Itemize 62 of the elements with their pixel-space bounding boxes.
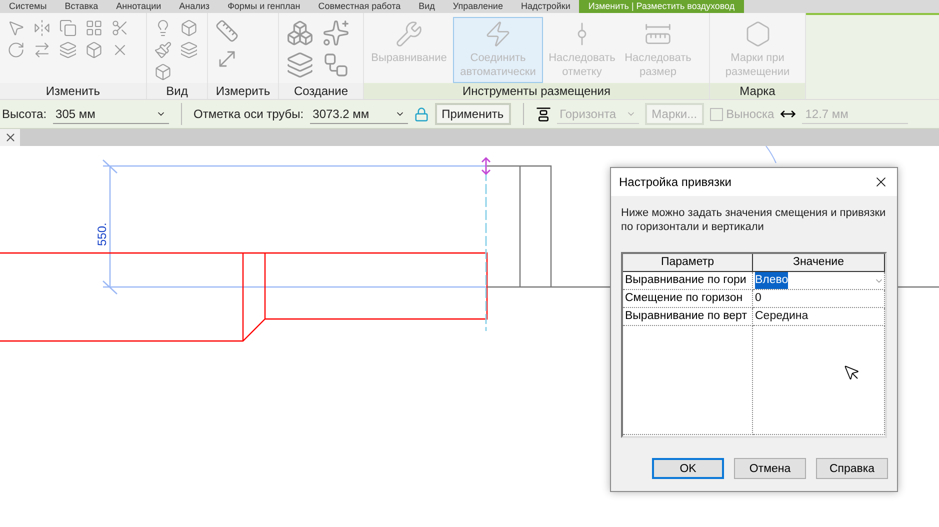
pointer-icon[interactable]: [7, 19, 25, 37]
resize-arrow[interactable]: [481, 156, 491, 176]
rotate-icon[interactable]: [7, 41, 25, 59]
blocks-icon[interactable]: [286, 19, 314, 47]
mouse-cursor-icon: [843, 364, 861, 382]
height-label: Высота:: [2, 107, 47, 121]
panel-label: Изменить: [0, 83, 146, 99]
ribbon-tab[interactable]: Аннотации: [107, 0, 170, 13]
dialog-description: Ниже можно задать значения смещения и привязки по горизонтали и вертикали: [620, 206, 887, 234]
table-cell[interactable]: Влево: [755, 272, 788, 289]
table-cell: Выравнивание по верт: [623, 308, 753, 326]
panel-label: Измерить: [208, 83, 278, 99]
dialog-button[interactable]: Отмена: [734, 458, 806, 479]
arc-line: [766, 146, 776, 164]
panel-label: Инструменты размещения: [364, 83, 709, 99]
apply-button[interactable]: Применить: [434, 103, 511, 125]
array-icon[interactable]: [85, 19, 103, 37]
flow-icon[interactable]: [322, 51, 350, 79]
column-header[interactable]: Параметр: [623, 254, 753, 272]
lightning-icon: [484, 20, 512, 48]
ribbon-tab[interactable]: Надстройки: [512, 0, 580, 13]
ruler-icon[interactable]: [215, 19, 239, 43]
column-header[interactable]: Значение: [753, 254, 885, 272]
dimension-text: 550.: [95, 222, 109, 246]
table-cell[interactable]: 0: [755, 290, 762, 307]
panel-label: Создание: [279, 83, 363, 99]
dialog-title: Настройка привязки: [619, 175, 732, 189]
copy-icon[interactable]: [59, 19, 77, 37]
panel-label: Марка: [710, 83, 805, 99]
close-tab-button[interactable]: [0, 129, 20, 146]
table-cell: Выравнивание по гори: [623, 272, 753, 290]
leader-label: Выноска: [726, 107, 774, 121]
arrows-icon[interactable]: [33, 41, 51, 59]
table-cell: Смещение по горизон: [623, 290, 753, 308]
elevation-dropdown[interactable]: 3073.2 мм: [310, 104, 408, 124]
ribbon-tab[interactable]: Формы и генплан: [218, 0, 310, 13]
panel-label: Вид: [147, 83, 207, 99]
ribbon-tab[interactable]: Анализ: [170, 0, 219, 13]
mirror-icon[interactable]: [33, 19, 51, 37]
lock-icon[interactable]: [414, 106, 429, 122]
height-dropdown[interactable]: 305 мм: [52, 104, 169, 124]
box-icon[interactable]: [85, 41, 103, 59]
scissors-icon[interactable]: [111, 19, 129, 37]
justification-icon[interactable]: [536, 106, 551, 122]
ribbon-tab[interactable]: Управление: [444, 0, 512, 13]
ribbon-tab[interactable]: Вид: [410, 0, 444, 13]
close-icon: [4, 131, 16, 144]
cube-icon[interactable]: [180, 19, 198, 37]
brush-icon[interactable]: [154, 41, 172, 59]
ribbon-tab[interactable]: Совместная работа: [309, 0, 410, 13]
dialog-button[interactable]: Справка: [816, 458, 888, 479]
lines-icon[interactable]: [180, 41, 198, 59]
sparkle-icon[interactable]: [322, 19, 350, 47]
dialog-button[interactable]: OK: [652, 458, 724, 479]
wrench-icon: [395, 20, 423, 48]
panels-icon[interactable]: [286, 51, 314, 79]
ribbon-tab[interactable]: Системы: [0, 0, 56, 13]
box-icon[interactable]: [154, 63, 172, 81]
ribbon-tab[interactable]: Вставка: [56, 0, 108, 13]
layers-icon[interactable]: [59, 41, 77, 59]
table-cell[interactable]: Середина: [755, 308, 808, 325]
elevation-label: Отметка оси трубы:: [194, 107, 304, 121]
